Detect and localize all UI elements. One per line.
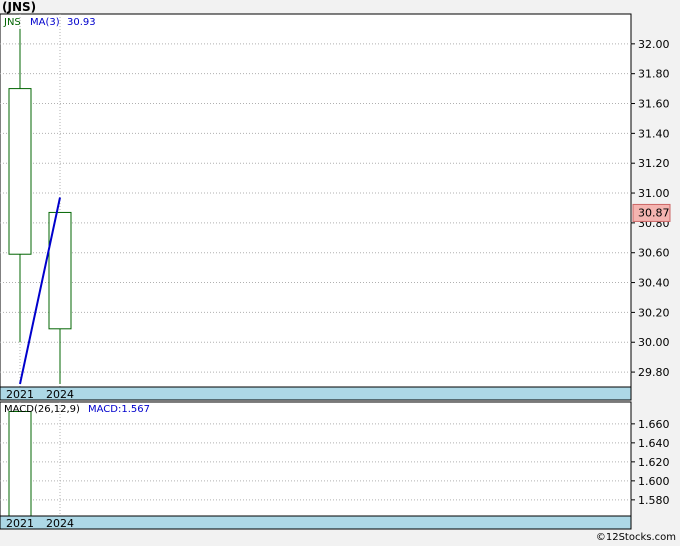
price-tick-label: 31.00 — [638, 187, 670, 200]
price-date-label: 2024 — [46, 388, 74, 401]
macd-legend-name: MACD(26,12,9) — [4, 404, 80, 415]
macd-bar — [8, 411, 32, 517]
price-tick-label: 31.40 — [638, 127, 670, 140]
price-tick-label: 30.60 — [638, 247, 670, 260]
stock-chart: 29.8030.0030.2030.4030.6030.8031.0031.20… — [0, 13, 671, 530]
price-tick-label: 31.20 — [638, 157, 670, 170]
macd-date-label: 2024 — [46, 517, 74, 530]
macd-tick-label: 1.620 — [638, 456, 670, 469]
macd-legend: MACD(26,12,9) MACD:1.567 — [4, 404, 150, 415]
legend-ma-value: 30.93 — [67, 17, 96, 28]
price-date-label: 2021 — [6, 388, 34, 401]
last-price-badge: 30.87 — [632, 203, 671, 222]
macd-date-label: 2021 — [6, 517, 34, 530]
price-tick-label: 32.00 — [638, 38, 670, 51]
macd-legend-value: MACD:1.567 — [88, 404, 150, 415]
price-tick-label: 29.80 — [638, 366, 670, 379]
price-panel: 29.8030.0030.2030.4030.6030.8031.0031.20… — [0, 13, 671, 401]
legend-ma-label: MA(3) — [30, 17, 60, 28]
macd-tick-label: 1.580 — [638, 494, 670, 507]
macd-date-bar — [0, 515, 632, 530]
macd-plot-area — [0, 401, 632, 530]
macd-panel: 1.580 1.600 1.620 1.640 1.660 2021 2024 MACD(… — [0, 401, 670, 530]
price-tick-label: 31.80 — [638, 68, 670, 81]
candle-body — [8, 88, 32, 255]
price-tick-label: 31.60 — [638, 98, 670, 111]
price-tick-label: 30.00 — [638, 336, 670, 349]
macd-tick-label: 1.640 — [638, 437, 670, 450]
price-tick-label: 30.20 — [638, 306, 670, 319]
price-legend: JNS MA(3) 30.93 — [3, 17, 96, 28]
footer-credit: ©12Stocks.com — [595, 532, 676, 543]
macd-bars — [8, 411, 32, 517]
legend-symbol: JNS — [3, 17, 21, 28]
price-date-bar — [0, 386, 632, 401]
macd-y-axis: 1.580 1.600 1.620 1.640 1.660 — [631, 418, 670, 507]
macd-tick-label: 1.660 — [638, 418, 670, 431]
macd-tick-label: 1.600 — [638, 475, 670, 488]
price-tick-label: 30.40 — [638, 277, 670, 290]
last-price-value: 30.87 — [638, 206, 670, 219]
